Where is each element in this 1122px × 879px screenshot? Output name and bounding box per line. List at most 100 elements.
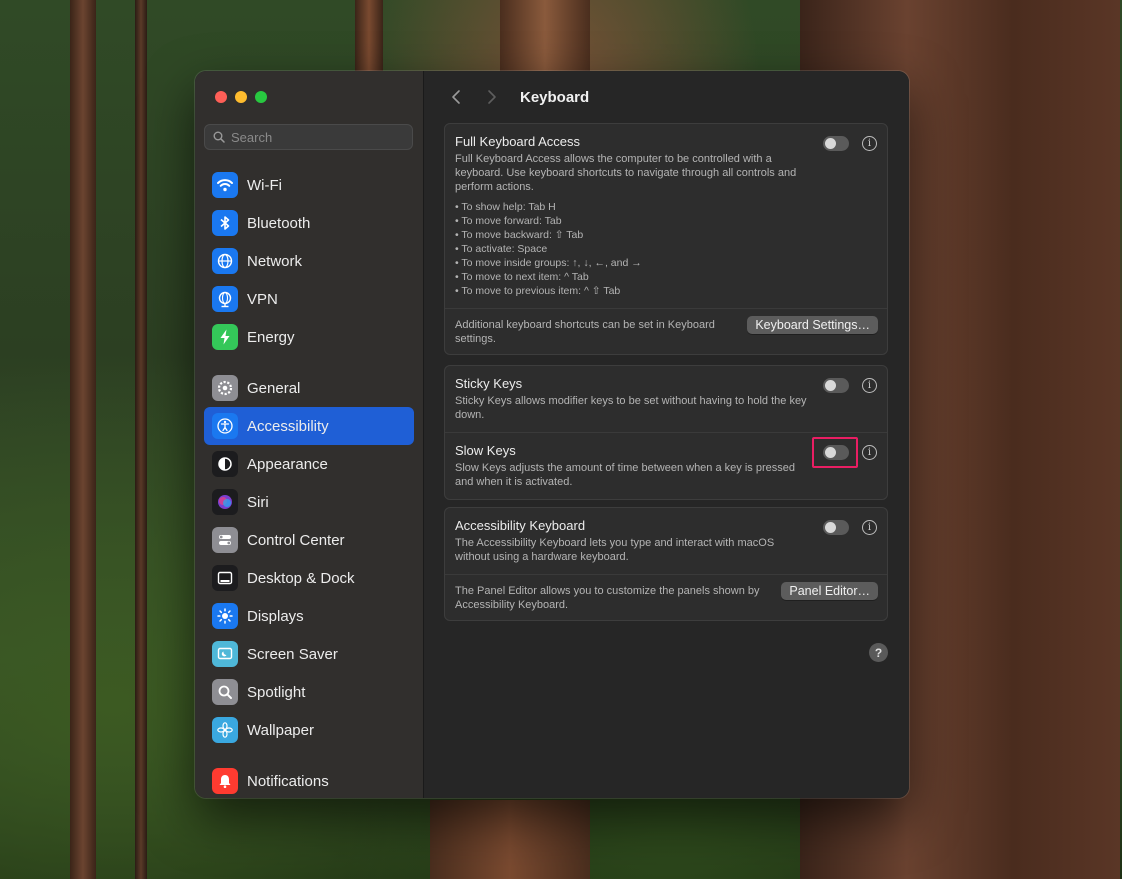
sidebar-item-energy[interactable]: Energy [204, 318, 414, 356]
sidebar-item-label: Energy [247, 328, 295, 346]
sidebar-item-general[interactable]: General [204, 369, 414, 407]
wallpaper-tree-trunk [500, 0, 590, 80]
sidebar-item-appearance[interactable]: Appearance [204, 445, 414, 483]
full-keyboard-access-panel: Full Keyboard Access Full Keyboard Acces… [444, 123, 888, 355]
zoom-window-button[interactable] [255, 91, 267, 103]
sidebar-item-label: Wi-Fi [247, 176, 282, 194]
full-keyboard-access-description: Full Keyboard Access allows the computer… [455, 153, 797, 193]
sidebar-item-screen-saver[interactable]: Screen Saver [204, 635, 414, 673]
list-item: To activate: Space [455, 242, 877, 256]
slow-keys-toggle-highlight [812, 437, 858, 468]
full-keyboard-access-toggle[interactable] [823, 136, 849, 151]
sticky-keys-info-button[interactable]: i [862, 378, 877, 393]
appearance-icon [212, 451, 238, 477]
keyboard-settings-note: Additional keyboard shortcuts can be set… [455, 319, 715, 345]
slow-keys-info-button[interactable]: i [862, 445, 877, 460]
sidebar: Wi-Fi Bluetooth Network VPN [195, 71, 424, 798]
toolbar: Keyboard [444, 85, 589, 109]
toggle-knob [825, 380, 836, 391]
accessibility-keyboard-toggle[interactable] [823, 520, 849, 535]
search-icon [213, 131, 225, 143]
sidebar-item-desktop-dock[interactable]: Desktop & Dock [204, 559, 414, 597]
list-item: To move inside groups: ↑, ↓, ←, and → [455, 256, 877, 270]
sidebar-item-label: Wallpaper [247, 721, 314, 739]
sidebar-item-vpn[interactable]: VPN [204, 280, 414, 318]
slow-keys-description: Slow Keys adjusts the amount of time bet… [455, 462, 795, 488]
sticky-keys-toggle[interactable] [823, 378, 849, 393]
sidebar-item-label: Accessibility [247, 417, 329, 435]
control-center-icon [212, 527, 238, 553]
back-button[interactable] [444, 85, 468, 109]
panel-editor-button[interactable]: Panel Editor… [781, 582, 878, 600]
wallpaper-tree-trunk [430, 800, 590, 879]
full-keyboard-access-title: Full Keyboard Access [455, 134, 581, 149]
full-keyboard-access-info-button[interactable]: i [862, 136, 877, 151]
sidebar-item-siri[interactable]: Siri [204, 483, 414, 521]
main-content: Keyboard Full Keyboard Access Full Keybo… [424, 71, 909, 798]
sidebar-item-label: Control Center [247, 531, 345, 549]
accessibility-keyboard-panel: Accessibility Keyboard The Accessibility… [444, 507, 888, 621]
list-item: To show help: Tab H [455, 200, 877, 214]
sidebar-item-control-center[interactable]: Control Center [204, 521, 414, 559]
accessibility-keyboard-row: Accessibility Keyboard The Accessibility… [445, 508, 887, 574]
sticky-slow-keys-panel: Sticky Keys Sticky Keys allows modifier … [444, 365, 888, 500]
traffic-lights [215, 91, 267, 103]
spotlight-icon [212, 679, 238, 705]
sidebar-item-label: Network [247, 252, 303, 270]
screen-saver-icon [212, 641, 238, 667]
bell-icon [212, 768, 238, 794]
forward-button[interactable] [480, 85, 504, 109]
toggle-knob [825, 522, 836, 533]
search-box [204, 124, 413, 150]
accessibility-keyboard-title: Accessibility Keyboard [455, 518, 586, 533]
vpn-globe-icon [212, 286, 238, 312]
sidebar-item-label: Screen Saver [247, 645, 338, 663]
help-button[interactable]: ? [869, 643, 888, 662]
siri-icon [212, 489, 238, 515]
slow-keys-row: Slow Keys Slow Keys adjusts the amount o… [445, 432, 887, 499]
keyboard-settings-row: Additional keyboard shortcuts can be set… [445, 308, 887, 354]
sticky-keys-row: Sticky Keys Sticky Keys allows modifier … [445, 366, 887, 432]
globe-icon [212, 248, 238, 274]
accessibility-keyboard-description: The Accessibility Keyboard lets you type… [455, 537, 775, 563]
wifi-icon [212, 172, 238, 198]
sidebar-item-label: Displays [247, 607, 304, 625]
sidebar-item-bluetooth[interactable]: Bluetooth [204, 204, 414, 242]
bluetooth-icon [212, 210, 238, 236]
accessibility-keyboard-info-button[interactable]: i [862, 520, 877, 535]
bolt-icon [212, 324, 238, 350]
sidebar-item-label: Spotlight [247, 683, 306, 701]
sidebar-item-spotlight[interactable]: Spotlight [204, 673, 414, 711]
panel-editor-note: The Panel Editor allows you to customize… [455, 585, 760, 611]
minimize-window-button[interactable] [235, 91, 247, 103]
toggle-knob [825, 138, 836, 149]
full-keyboard-access-row: Full Keyboard Access Full Keyboard Acces… [445, 124, 887, 308]
list-item: To move to previous item: ^ ⇧ Tab [455, 284, 877, 298]
page-title: Keyboard [520, 88, 590, 106]
sidebar-item-label: Siri [247, 493, 269, 511]
sidebar-item-wallpaper[interactable]: Wallpaper [204, 711, 414, 749]
sidebar-item-notifications[interactable]: Notifications [204, 762, 414, 798]
search-input[interactable] [231, 129, 401, 145]
sidebar-item-network[interactable]: Network [204, 242, 414, 280]
accessibility-icon [212, 413, 238, 439]
sidebar-item-wifi[interactable]: Wi-Fi [204, 166, 414, 204]
chevron-right-icon [488, 90, 496, 104]
sidebar-item-accessibility[interactable]: Accessibility [204, 407, 414, 445]
shortcut-list: To show help: Tab H To move forward: Tab… [455, 200, 877, 298]
list-item: To move forward: Tab [455, 214, 877, 228]
close-window-button[interactable] [215, 91, 227, 103]
sidebar-item-displays[interactable]: Displays [204, 597, 414, 635]
sidebar-item-label: Bluetooth [247, 214, 311, 232]
wallpaper-icon [212, 717, 238, 743]
list-item: To move to next item: ^ Tab [455, 270, 877, 284]
wallpaper-tree-trunk [135, 0, 147, 879]
sidebar-item-label: General [247, 379, 301, 397]
sidebar-nav: Wi-Fi Bluetooth Network VPN Energy Gener… [204, 166, 414, 798]
sticky-keys-description: Sticky Keys allows modifier keys to be s… [455, 395, 807, 421]
keyboard-settings-button[interactable]: Keyboard Settings… [747, 316, 878, 334]
list-item: To move backward: ⇧ Tab [455, 228, 877, 242]
wallpaper-tree-trunk [355, 0, 383, 80]
sidebar-item-label: Notifications [247, 772, 329, 790]
sidebar-item-label: Desktop & Dock [247, 569, 355, 587]
